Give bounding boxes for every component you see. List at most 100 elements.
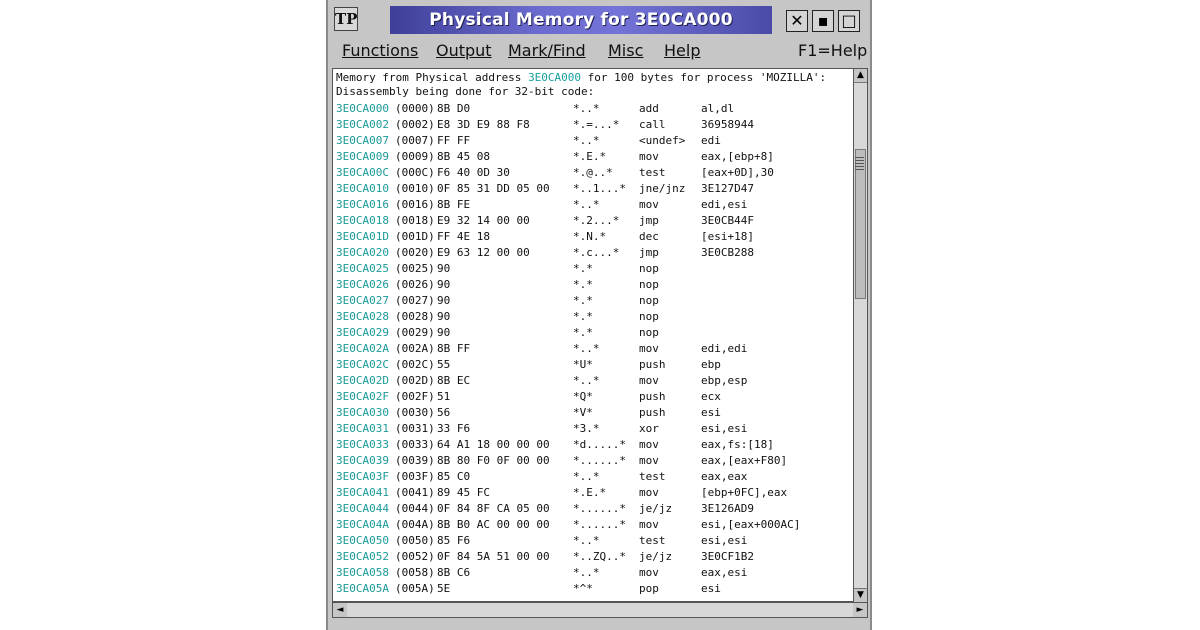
listing-row[interactable]: 3E0CA052 (0052) 0F 84 5A 51 00 00 *..ZQ..* j… [333,549,853,565]
listing-row[interactable]: 3E0CA039 (0039) 8B 80 F0 0F 00 00 *......* m… [333,453,853,469]
memory-listing[interactable]: Memory from Physical address 3E0CA000 fo… [332,68,854,602]
operand-cell: 3E127D47 [701,182,754,195]
offset-cell: (0052) [395,550,435,563]
listing-row[interactable]: 3E0CA050 (0050) 85 F6 *..* test esi,esi [333,533,853,549]
ascii-cell: *..* [573,342,600,355]
minimize-button[interactable]: ▪ [812,10,834,32]
listing-row[interactable]: 3E0CA020 (0020) E9 63 12 00 00 *.c...* jmp 3E… [333,245,853,261]
listing-row[interactable]: 3E0CA027 (0027) 90 *.* nop [333,293,853,309]
listing-row[interactable]: 3E0CA044 (0044) 0F 84 8F CA 05 00 *......* j… [333,501,853,517]
mnemonic-cell: dec [639,230,659,243]
listing-row[interactable]: 3E0CA00C (000C) F6 40 0D 30 *.@..* test [eax+… [333,165,853,181]
mnemonic-cell: mov [639,454,659,467]
address-cell: 3E0CA030 [336,406,389,419]
menu-misc[interactable]: Misc [608,41,643,60]
mnemonic-cell: nop [639,310,659,323]
offset-cell: (0039) [395,454,435,467]
listing-row[interactable]: 3E0CA033 (0033) 64 A1 18 00 00 00 *d.....* m… [333,437,853,453]
scroll-up-icon[interactable]: ▲ [854,69,867,83]
address-cell: 3E0CA050 [336,534,389,547]
mnemonic-cell: push [639,390,666,403]
ascii-cell: *......* [573,502,626,515]
listing-row[interactable]: 3E0CA018 (0018) E9 32 14 00 00 *.2...* jmp 3E… [333,213,853,229]
hex-bytes-cell: 89 45 FC [437,486,490,499]
listing-row[interactable]: 3E0CA03F (003F) 85 C0 *..* test eax,eax [333,469,853,485]
offset-cell: (0027) [395,294,435,307]
operand-cell: 3E0CB44F [701,214,754,227]
scroll-left-icon[interactable]: ◄ [333,603,347,617]
listing-row[interactable]: 3E0CA002 (0002) E8 3D E9 88 F8 *.=...* call 3… [333,117,853,133]
listing-row[interactable]: 3E0CA02C (002C) 55 *U* push ebp [333,357,853,373]
listing-row[interactable]: 3E0CA02A (002A) 8B FF *..* mov edi,edi [333,341,853,357]
listing-row[interactable]: 3E0CA025 (0025) 90 *.* nop [333,261,853,277]
operand-cell: esi [701,582,721,595]
hex-bytes-cell: 0F 85 31 DD 05 00 [437,182,550,195]
listing-row[interactable]: 3E0CA030 (0030) 56 *V* push esi [333,405,853,421]
address-cell: 3E0CA033 [336,438,389,451]
offset-cell: (001D) [395,230,435,243]
hex-bytes-cell: 8B C6 [437,566,471,579]
hex-bytes-cell: 90 [437,294,451,307]
hex-bytes-cell: 8B FF [437,342,471,355]
offset-cell: (002A) [395,342,435,355]
mnemonic-cell: je/jz [639,550,673,563]
mnemonic-cell: call [639,118,666,131]
listing-row[interactable]: 3E0CA016 (0016) 8B FE *..* mov edi,esi [333,197,853,213]
address-cell: 3E0CA039 [336,454,389,467]
listing-row[interactable]: 3E0CA02D (002D) 8B EC *..* mov ebp,esp [333,373,853,389]
menu-mark-find[interactable]: Mark/Find [508,41,586,60]
ascii-cell: *3.* [573,422,600,435]
listing-row[interactable]: 3E0CA029 (0029) 90 *.* nop [333,325,853,341]
ascii-cell: *.* [573,310,593,323]
offset-cell: (0044) [395,502,435,515]
listing-row[interactable]: 3E0CA05A (005A) 5E *^* pop esi [333,581,853,597]
offset-cell: (0033) [395,438,435,451]
scroll-down-icon[interactable]: ▼ [854,588,867,602]
operand-cell: edi [701,134,721,147]
ascii-cell: *......* [573,454,626,467]
address-cell: 3E0CA027 [336,294,389,307]
mnemonic-cell: jmp [639,246,659,259]
vertical-scrollbar[interactable]: ▲ ▼ [854,68,868,602]
operand-cell: 3E126AD9 [701,502,754,515]
mnemonic-cell: nop [639,262,659,275]
offset-cell: (0025) [395,262,435,275]
ascii-cell: *^* [573,582,593,595]
close-button[interactable]: ✕ [786,10,808,32]
listing-row[interactable]: 3E0CA058 (0058) 8B C6 *..* mov eax,esi [333,565,853,581]
listing-row[interactable]: 3E0CA02F (002F) 51 *Q* push ecx [333,389,853,405]
listing-row[interactable]: 3E0CA009 (0009) 8B 45 08 *.E.* mov eax,[ebp+8… [333,149,853,165]
listing-row[interactable]: 3E0CA01D (001D) FF 4E 18 *.N.* dec [esi+18] [333,229,853,245]
listing-row[interactable]: 3E0CA026 (0026) 90 *.* nop [333,277,853,293]
listing-row[interactable]: 3E0CA028 (0028) 90 *.* nop [333,309,853,325]
hex-bytes-cell: 33 F6 [437,422,471,435]
offset-cell: (005A) [395,582,435,595]
scroll-right-icon[interactable]: ► [853,603,867,617]
hex-bytes-cell: 8B B0 AC 00 00 00 [437,518,550,531]
listing-row[interactable]: 3E0CA04A (004A) 8B B0 AC 00 00 00 *......* m… [333,517,853,533]
hex-bytes-cell: 90 [437,326,451,339]
scroll-thumb[interactable] [855,149,866,299]
address-cell: 3E0CA018 [336,214,389,227]
hex-bytes-cell: 8B FE [437,198,471,211]
menu-help[interactable]: Help [664,41,700,60]
address-cell: 3E0CA007 [336,134,389,147]
listing-row[interactable]: 3E0CA041 (0041) 89 45 FC *.E.* mov [ebp+0FC],… [333,485,853,501]
menu-functions[interactable]: Functions [342,41,418,60]
ascii-cell: *..* [573,534,600,547]
maximize-button[interactable]: □ [838,10,860,32]
listing-row[interactable]: 3E0CA031 (0031) 33 F6 *3.* xor esi,esi [333,421,853,437]
ascii-cell: *..1...* [573,182,626,195]
horizontal-scrollbar[interactable]: ◄ ► [332,602,868,618]
system-menu-icon[interactable]: TP [334,7,358,31]
menu-output[interactable]: Output [436,41,492,60]
mnemonic-cell: test [639,166,666,179]
ascii-cell: *.* [573,262,593,275]
title-bar[interactable]: TP Physical Memory for 3E0CA000 ✕ ▪ □ [328,4,870,36]
operand-cell: edi,esi [701,198,748,211]
listing-row[interactable]: 3E0CA010 (0010) 0F 85 31 DD 05 00 *..1...* j… [333,181,853,197]
hex-bytes-cell: E9 32 14 00 00 [437,214,530,227]
offset-cell: (0016) [395,198,435,211]
listing-row[interactable]: 3E0CA007 (0007) FF FF *..* <undef> edi [333,133,853,149]
listing-row[interactable]: 3E0CA000 (0000) 8B D0 *..* add al,dl [333,101,853,117]
